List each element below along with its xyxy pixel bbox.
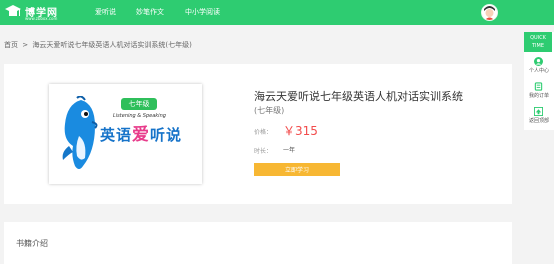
nav-item-writing[interactable]: 妙笔作文 bbox=[136, 7, 164, 17]
quick-item-label: 返回顶部 bbox=[528, 118, 549, 124]
quick-item-label: 我的订单 bbox=[528, 93, 549, 99]
cover-brand-part1: 英语 bbox=[100, 126, 133, 144]
avatar-face-icon bbox=[482, 5, 497, 20]
quick-item-my-orders[interactable]: 我的订单 bbox=[524, 82, 554, 104]
product-cover-image: 七年级 Listening & Speaking 英语爱听说 bbox=[49, 84, 202, 184]
quick-item-back-to-top[interactable]: 返回顶部 bbox=[524, 107, 554, 129]
duration-value: 一年 bbox=[283, 147, 296, 154]
breadcrumb-separator: > bbox=[22, 41, 29, 49]
book-intro-section: 书籍介绍 bbox=[4, 222, 512, 264]
grade-badge: 七年级 bbox=[121, 98, 157, 110]
breadcrumb: 首页 > 海云天爱听说七年级英语人机对话实训系统(七年级) bbox=[4, 40, 194, 50]
dolphin-mascot-icon bbox=[62, 96, 98, 169]
user-avatar[interactable] bbox=[481, 4, 498, 21]
quick-item-label: 个人中心 bbox=[528, 68, 549, 74]
start-learning-button[interactable]: 立即学习 bbox=[254, 163, 340, 176]
top-navigation-bar: 博学网 www.zbbox.com 爱听说 妙笔作文 中小学阅读 bbox=[0, 0, 554, 25]
product-subtitle: (七年级) bbox=[254, 106, 285, 115]
quick-time-header-line1: QUICK bbox=[530, 35, 546, 41]
quick-time-header: QUICK TIME bbox=[524, 32, 552, 52]
price-value: ￥315 bbox=[283, 124, 318, 138]
user-icon bbox=[534, 57, 543, 66]
quick-item-personal-center[interactable]: 个人中心 bbox=[524, 57, 554, 79]
nav-item-reading[interactable]: 中小学阅读 bbox=[185, 7, 220, 17]
cover-brand-part2: 听说 bbox=[150, 126, 183, 144]
cover-tagline: Listening & Speaking bbox=[113, 113, 166, 119]
book-intro-title: 书籍介绍 bbox=[16, 239, 48, 248]
order-icon bbox=[534, 82, 543, 91]
quick-time-sidebar: QUICK TIME 个人中心 我的订单 返回顶部 bbox=[524, 32, 554, 130]
quick-time-header-line2: TIME bbox=[531, 43, 544, 49]
nav-item-aitingshuo[interactable]: 爱听说 bbox=[95, 7, 116, 17]
breadcrumb-home[interactable]: 首页 bbox=[4, 41, 18, 49]
site-logo[interactable]: 博学网 www.zbbox.com bbox=[4, 3, 74, 23]
price-label: 价格： bbox=[254, 129, 273, 136]
duration-label: 时长： bbox=[254, 148, 273, 155]
graduation-cap-icon bbox=[5, 5, 21, 16]
cover-brand-text: 英语爱听说 bbox=[100, 120, 182, 145]
arrow-up-icon bbox=[534, 107, 543, 116]
breadcrumb-current: 海云天爱听说七年级英语人机对话实训系统(七年级) bbox=[32, 41, 192, 49]
logo-domain: www.zbbox.com bbox=[25, 16, 58, 21]
cover-brand-love: 爱 bbox=[132, 125, 151, 145]
product-title: 海云天爱听说七年级英语人机对话实训系统 bbox=[254, 90, 463, 103]
